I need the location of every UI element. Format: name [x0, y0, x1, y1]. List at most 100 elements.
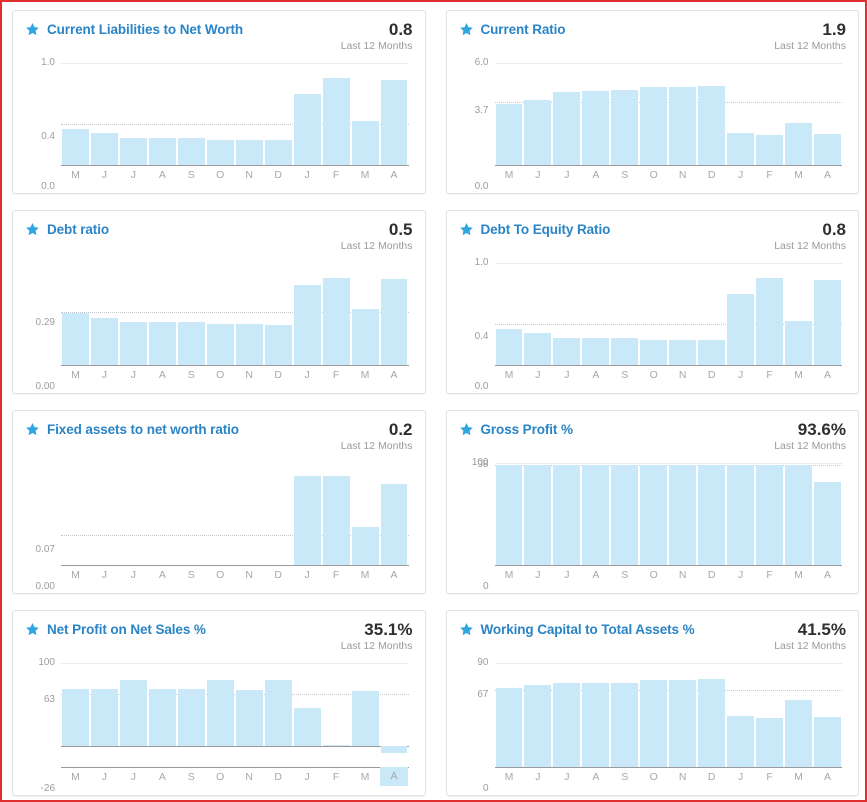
star-icon[interactable]: [25, 22, 40, 37]
bar[interactable]: [380, 80, 408, 165]
bar[interactable]: [553, 682, 581, 767]
bar-slot[interactable]: [726, 663, 755, 767]
bar-slot[interactable]: [755, 263, 784, 365]
bar-slot[interactable]: [322, 663, 351, 767]
bar-slot[interactable]: [697, 663, 726, 767]
bar[interactable]: [90, 689, 118, 746]
card-title[interactable]: Debt ratio: [47, 222, 109, 237]
bar[interactable]: [553, 338, 581, 365]
bar[interactable]: [756, 278, 784, 365]
bar[interactable]: [611, 682, 639, 767]
bar-slot[interactable]: [668, 63, 697, 165]
bar-slot[interactable]: [697, 463, 726, 565]
bar-slot[interactable]: [90, 63, 119, 165]
kpi-card-debt-to-equity-ratio[interactable]: Debt To Equity Ratio 0.8 Last 12 Months 0.0…: [445, 210, 859, 394]
bar-slot[interactable]: [177, 463, 206, 565]
bar[interactable]: [582, 682, 610, 767]
kpi-card-fixed-assets-to-net-worth-ratio[interactable]: Fixed assets to net worth ratio 0.2 Last 1…: [12, 410, 426, 594]
bar[interactable]: [698, 679, 726, 767]
bar-slot[interactable]: [235, 63, 264, 165]
bar[interactable]: [495, 103, 523, 165]
kpi-card-working-capital-to-total-assets-pct[interactable]: Working Capital to Total Assets % 41.5% La…: [445, 610, 859, 796]
bar-slot[interactable]: [293, 463, 322, 565]
bar[interactable]: [148, 689, 176, 746]
bar[interactable]: [495, 465, 523, 565]
card-title[interactable]: Working Capital to Total Assets %: [481, 622, 695, 637]
bar-slot[interactable]: [293, 263, 322, 365]
bar[interactable]: [119, 322, 147, 365]
bar-slot[interactable]: [523, 263, 552, 365]
bar[interactable]: [235, 690, 263, 746]
bar[interactable]: [495, 329, 523, 365]
bar[interactable]: [727, 293, 755, 365]
bar[interactable]: [351, 691, 379, 746]
bar[interactable]: [669, 339, 697, 365]
bar-slot[interactable]: [264, 263, 293, 365]
bar[interactable]: [148, 322, 176, 365]
bar[interactable]: [524, 333, 552, 365]
bar[interactable]: [62, 313, 89, 365]
bar[interactable]: [669, 465, 697, 565]
bar-slot[interactable]: [495, 663, 524, 767]
bar[interactable]: [756, 465, 784, 565]
star-icon[interactable]: [459, 22, 474, 37]
bar[interactable]: [582, 91, 610, 165]
bar-slot[interactable]: [668, 663, 697, 767]
bar-slot[interactable]: [351, 63, 380, 165]
bar[interactable]: [322, 476, 350, 565]
card-title[interactable]: Current Ratio: [481, 22, 566, 37]
bar[interactable]: [640, 86, 668, 165]
bar[interactable]: [293, 476, 321, 565]
bar[interactable]: [380, 745, 408, 753]
bar[interactable]: [524, 465, 552, 565]
bar-slot[interactable]: [784, 63, 813, 165]
bar[interactable]: [235, 139, 263, 165]
star-icon[interactable]: [459, 222, 474, 237]
bar-slot[interactable]: [523, 63, 552, 165]
bar-slot[interactable]: [581, 263, 610, 365]
bar[interactable]: [785, 122, 813, 165]
bar-slot[interactable]: [61, 463, 90, 565]
star-icon[interactable]: [459, 422, 474, 437]
bar-slot[interactable]: [639, 63, 668, 165]
bar-slot[interactable]: [380, 263, 409, 365]
bar[interactable]: [293, 284, 321, 365]
bar[interactable]: [177, 322, 205, 365]
bar[interactable]: [495, 688, 523, 767]
bar[interactable]: [62, 129, 89, 165]
star-icon[interactable]: [25, 622, 40, 637]
bar-slot[interactable]: [581, 463, 610, 565]
bar-slot[interactable]: [552, 663, 581, 767]
bar[interactable]: [264, 680, 292, 746]
star-icon[interactable]: [25, 422, 40, 437]
bar[interactable]: [206, 139, 234, 165]
bar[interactable]: [756, 718, 784, 767]
bar-slot[interactable]: [148, 63, 177, 165]
bar[interactable]: [669, 680, 697, 767]
bar-slot[interactable]: [610, 263, 639, 365]
bar[interactable]: [293, 708, 321, 746]
bar-slot[interactable]: [351, 463, 380, 565]
bar[interactable]: [293, 93, 321, 165]
bar-slot[interactable]: [581, 63, 610, 165]
bar-slot[interactable]: [784, 463, 813, 565]
bar-slot[interactable]: [610, 463, 639, 565]
kpi-card-debt-ratio[interactable]: Debt ratio 0.5 Last 12 Months 0.00 0.29 M J J A S…: [12, 210, 426, 394]
bar-slot[interactable]: [351, 663, 380, 767]
bar-slot[interactable]: [610, 663, 639, 767]
bar[interactable]: [582, 465, 610, 565]
bar[interactable]: [698, 339, 726, 365]
bar-slot[interactable]: [610, 63, 639, 165]
bar-slot[interactable]: [322, 463, 351, 565]
bar-slot[interactable]: [552, 263, 581, 365]
bar-slot[interactable]: [813, 663, 842, 767]
bar-slot[interactable]: [61, 63, 90, 165]
card-title[interactable]: Debt To Equity Ratio: [481, 222, 611, 237]
bar-slot[interactable]: [755, 63, 784, 165]
bar[interactable]: [814, 280, 841, 365]
bar-slot[interactable]: [784, 663, 813, 767]
bar-slot[interactable]: [293, 63, 322, 165]
bar-slot[interactable]: [235, 663, 264, 767]
bar-slot[interactable]: [495, 263, 524, 365]
bar[interactable]: [611, 90, 639, 165]
